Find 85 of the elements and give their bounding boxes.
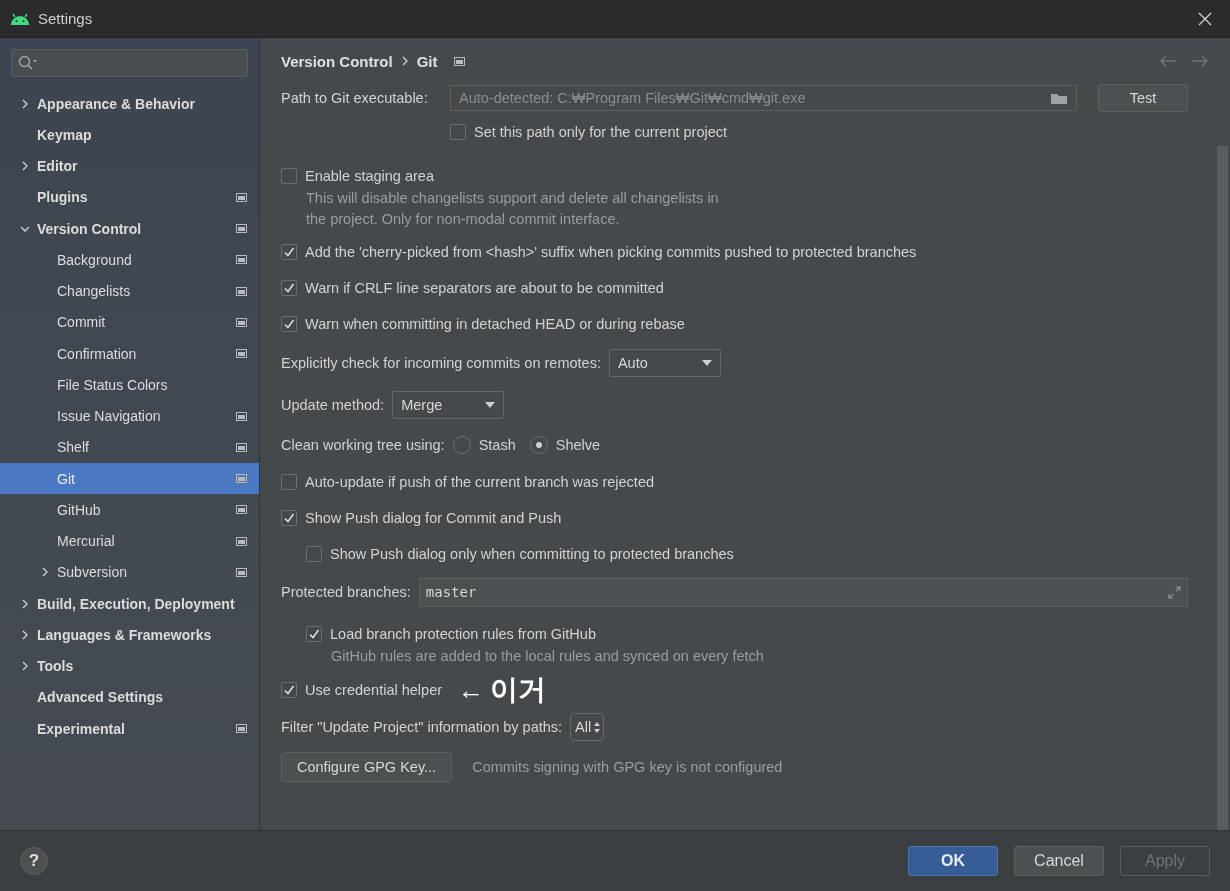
annotation-arrow: ← xyxy=(458,677,485,703)
radio-label: Stash xyxy=(478,437,516,453)
tree-item[interactable]: Build, Execution, Deployment xyxy=(0,588,259,620)
checkbox-label: Enable staging area xyxy=(305,168,434,184)
folder-icon[interactable] xyxy=(1050,91,1068,105)
test-button[interactable]: Test xyxy=(1098,84,1188,112)
dropdown-arrow-icon xyxy=(701,360,712,366)
chevron-icon[interactable] xyxy=(40,567,50,578)
tree-item[interactable]: Appearance & Behavior xyxy=(0,88,259,120)
field-label: Filter "Update Project" information by paths: xyxy=(281,719,563,735)
tree-item[interactable]: Subversion xyxy=(0,556,259,588)
checkbox-label: Warn when committing in detached HEAD or during rebase xyxy=(305,316,685,332)
radio-label: Shelve xyxy=(555,437,601,453)
tree-item[interactable]: Experimental xyxy=(0,713,259,745)
chevron-icon[interactable] xyxy=(20,629,30,640)
radio-button[interactable] xyxy=(452,436,471,454)
checkbox-label: Warn if CRLF line separators are about to be committed xyxy=(305,280,664,296)
field-label: Protected branches: xyxy=(281,584,411,600)
chevron-icon xyxy=(400,56,409,66)
checkbox-label: Auto-update if push of the current branch was rejected xyxy=(305,474,654,490)
checkbox[interactable] xyxy=(281,474,297,490)
checkbox-label: Set this path only for the current project xyxy=(474,124,728,140)
search-field[interactable] xyxy=(11,49,248,77)
tree-item[interactable]: Version Control xyxy=(0,213,259,245)
tree-item[interactable]: File Status Colors xyxy=(0,369,259,401)
dropdown-arrow-icon xyxy=(485,402,496,408)
android-logo-icon xyxy=(10,12,30,25)
checkbox-label: Add the 'cherry-picked from <hash>' suffix when picking commits pushed to protected branches xyxy=(305,244,917,260)
checkbox[interactable] xyxy=(450,124,466,140)
chevron-icon[interactable] xyxy=(20,161,30,172)
tree-item[interactable]: Mercurial xyxy=(0,525,259,557)
checkbox[interactable] xyxy=(306,626,322,642)
dropdown[interactable]: Auto xyxy=(608,349,721,377)
checkbox[interactable] xyxy=(281,510,297,526)
text-field[interactable]: master xyxy=(418,577,1188,607)
window-title: Settings xyxy=(38,10,94,27)
checkbox[interactable] xyxy=(281,280,297,296)
field-label: Update method: xyxy=(281,397,385,413)
field-label: Clean working tree using: xyxy=(281,437,445,453)
checkbox[interactable] xyxy=(281,682,297,698)
configure-gpg-key-button[interactable]: Configure GPG Key... xyxy=(281,752,453,782)
expand-icon[interactable] xyxy=(1168,585,1181,599)
tree-item[interactable]: Plugins xyxy=(0,181,259,213)
scrollbar-thumb[interactable] xyxy=(1217,146,1228,830)
tree-item[interactable]: Editor xyxy=(0,150,259,182)
tree-item[interactable]: Changelists xyxy=(0,275,259,307)
field-label: Explicitly check for incoming commits on remotes: xyxy=(281,355,601,371)
breadcrumb-item: Git xyxy=(416,52,438,70)
spinner-arrows-icon xyxy=(594,721,601,733)
spinner[interactable]: All xyxy=(570,713,605,741)
tree-item[interactable]: Background xyxy=(0,244,259,276)
tree-item[interactable]: Confirmation xyxy=(0,338,259,370)
checkbox[interactable] xyxy=(281,168,297,184)
checkbox[interactable] xyxy=(281,316,297,332)
chevron-icon[interactable] xyxy=(20,661,30,672)
dropdown[interactable]: Merge xyxy=(392,391,505,419)
checkbox[interactable] xyxy=(306,546,322,562)
tree-item[interactable]: Languages & Frameworks xyxy=(0,619,259,651)
field-label: Path to Git executable: xyxy=(281,90,429,106)
search-icon xyxy=(18,55,38,71)
tree-item[interactable]: Issue Navigation xyxy=(0,400,259,432)
checkbox-label: Show Push dialog for Commit and Push xyxy=(305,510,562,526)
dialog-button[interactable]: Cancel xyxy=(1014,846,1104,876)
annotation-text: 이거 xyxy=(490,672,547,708)
tree-item[interactable]: GitHub xyxy=(0,494,259,526)
option-description: GitHub rules are added to the local rules and synced on every fetch xyxy=(330,647,765,666)
radio-button[interactable] xyxy=(529,436,548,454)
checkbox-label: Use credential helper xyxy=(305,682,443,698)
breadcrumb-item: Version Control xyxy=(281,52,393,70)
option-description: This will disable changelists support and delete all changelists in the project. Only for non-modal commit interface. xyxy=(305,189,720,229)
tree-item[interactable]: Git xyxy=(0,463,259,495)
tree-item[interactable]: Keymap xyxy=(0,119,259,151)
checkbox[interactable] xyxy=(281,244,297,260)
checkbox-label: Load branch protection rules from GitHub xyxy=(330,626,596,642)
tree-item[interactable]: Tools xyxy=(0,650,259,682)
status-note: Commits signing with GPG key is not configured xyxy=(472,759,783,775)
tree-item[interactable]: Commit xyxy=(0,306,259,338)
chevron-icon[interactable] xyxy=(20,598,30,609)
chevron-icon[interactable] xyxy=(20,98,30,109)
close-icon[interactable] xyxy=(1198,11,1212,26)
tree-item[interactable]: Advanced Settings xyxy=(0,681,259,713)
dialog-button[interactable]: OK xyxy=(908,846,998,876)
checkbox-label: Show Push dialog only when committing to protected branches xyxy=(330,546,734,562)
help-button[interactable]: ? xyxy=(20,847,48,875)
tree-item[interactable]: Shelf xyxy=(0,431,259,463)
